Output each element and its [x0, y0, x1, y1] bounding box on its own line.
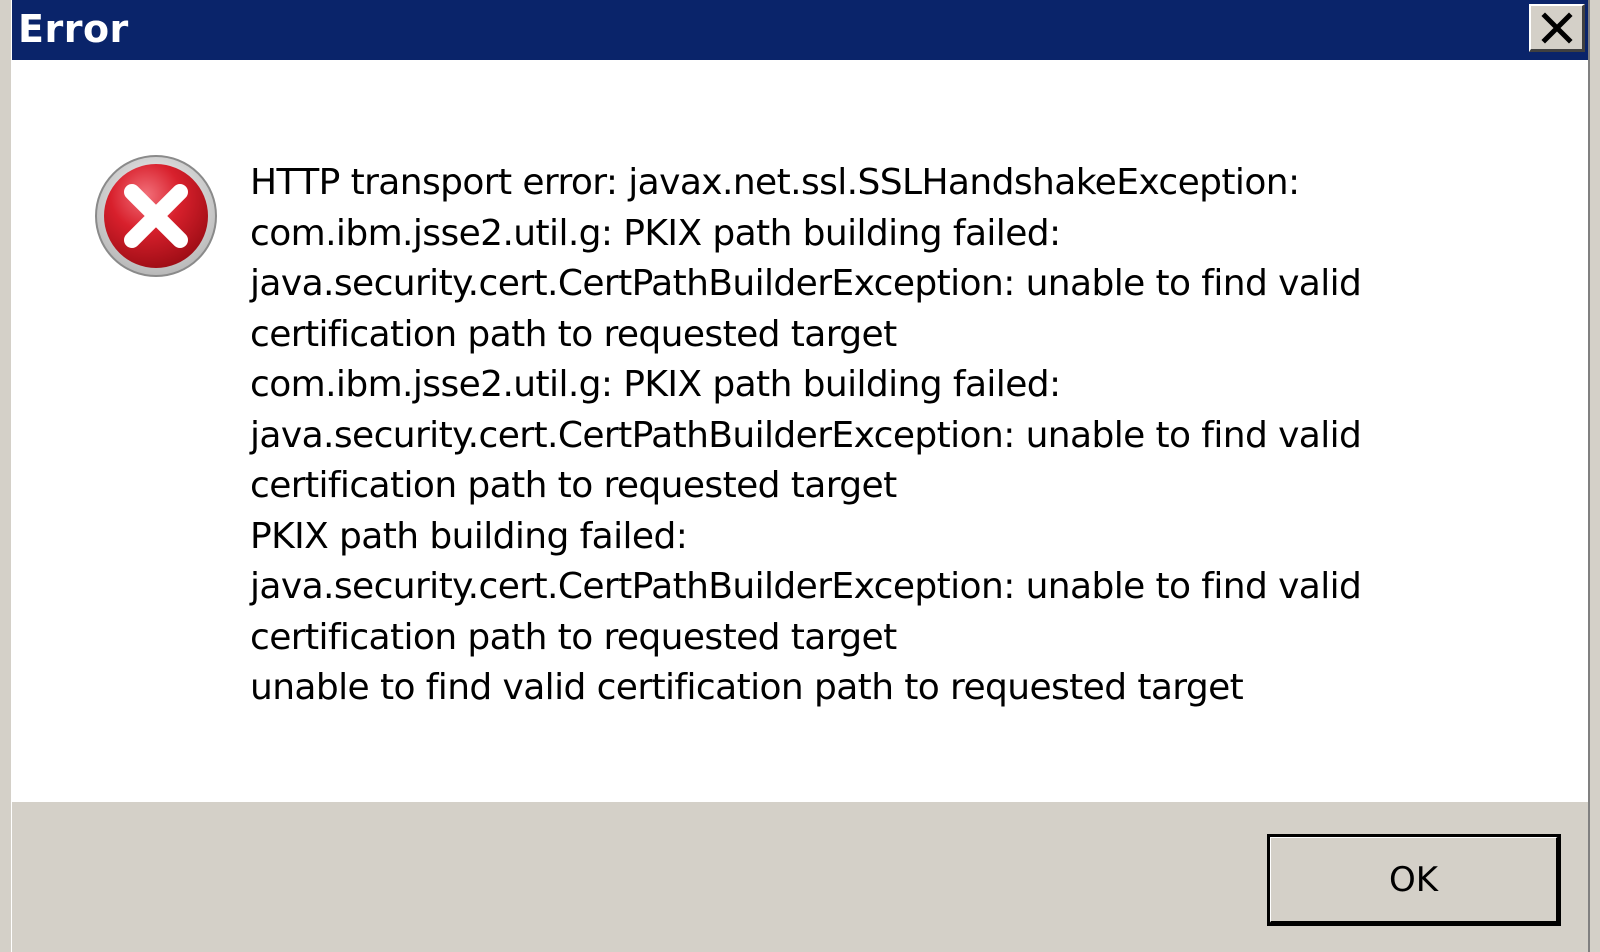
message-line: unable to find valid certification path …	[250, 667, 1244, 708]
close-icon	[1541, 12, 1573, 44]
message-line: com.ibm.jsse2.util.g: PKIX path building…	[250, 212, 1061, 254]
message-line: certification path to requested target	[250, 616, 897, 658]
error-dialog: Error HTTP transport error: javax.net.ss…	[0, 0, 1600, 952]
error-message: HTTP transport error: javax.net.ssl.SSLH…	[250, 158, 1550, 714]
button-bar: OK	[12, 802, 1588, 952]
message-line: java.security.cert.CertPathBuilderExcept…	[250, 414, 1362, 456]
message-line: certification path to requested target	[250, 313, 897, 355]
window-title: Error	[18, 7, 129, 51]
message-line: certification path to requested target	[250, 465, 897, 506]
message-line: HTTP transport error: javax.net.ssl.SSLH…	[250, 162, 1300, 203]
dialog-content: HTTP transport error: javax.net.ssl.SSLH…	[12, 60, 1588, 802]
message-line: java.security.cert.CertPathBuilderExcept…	[250, 566, 1362, 607]
message-line: PKIX path building failed:	[250, 515, 688, 557]
close-button[interactable]	[1529, 4, 1585, 52]
message-line: com.ibm.jsse2.util.g: PKIX path building…	[250, 364, 1061, 405]
message-line: java.security.cert.CertPathBuilderExcept…	[250, 263, 1362, 304]
error-icon	[95, 155, 217, 277]
ok-button[interactable]: OK	[1267, 834, 1561, 926]
title-bar[interactable]: Error	[12, 0, 1588, 60]
window-border-left	[0, 0, 12, 952]
window-border-right	[1588, 0, 1600, 952]
